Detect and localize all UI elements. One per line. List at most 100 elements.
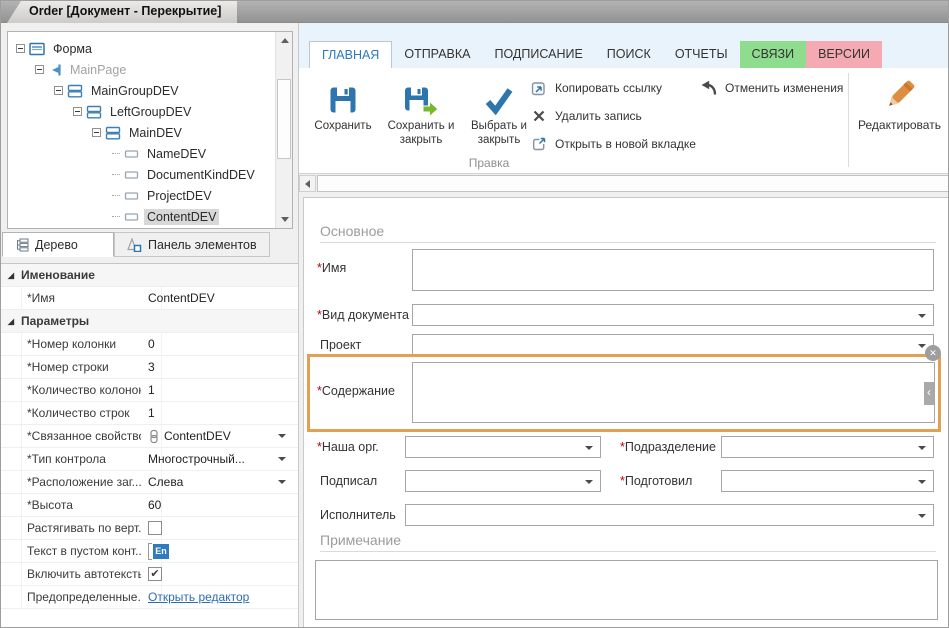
property-value[interactable]: 3 bbox=[141, 360, 298, 374]
tab-tree[interactable]: Дерево bbox=[2, 232, 114, 257]
property-section[interactable]: ◢ Параметры bbox=[1, 310, 298, 333]
property-row[interactable]: *Имя ContentDEV bbox=[1, 287, 298, 310]
property-dropdown[interactable]: Многострочный... bbox=[141, 452, 298, 466]
dropdown-arrow-icon[interactable] bbox=[278, 434, 286, 438]
tree-expander-icon[interactable] bbox=[73, 107, 82, 116]
tab-elements-panel[interactable]: Панель элементов bbox=[114, 232, 270, 257]
open-editor-link[interactable]: Открыть редактор bbox=[148, 590, 249, 604]
scroll-down-button[interactable] bbox=[276, 211, 293, 228]
property-row[interactable]: Текст в пустом конт... En bbox=[1, 540, 298, 563]
tree-item-namedev[interactable]: NameDEV bbox=[8, 143, 274, 164]
property-row[interactable]: *Расположение заг... Слева bbox=[1, 471, 298, 494]
section-expander-icon[interactable]: ◢ bbox=[1, 317, 21, 326]
dropdown-arrow-icon[interactable] bbox=[278, 457, 286, 461]
tree-expander-icon[interactable] bbox=[92, 128, 101, 137]
checkbox-checked[interactable]: ✔ bbox=[148, 567, 162, 581]
ribbon-tab-versions[interactable]: ВЕРСИИ bbox=[806, 41, 882, 68]
copy-link-button[interactable]: Копировать ссылку bbox=[531, 78, 662, 98]
notes-textarea[interactable] bbox=[315, 560, 938, 620]
scroll-left-button[interactable] bbox=[299, 175, 316, 192]
tree-expander-icon[interactable] bbox=[16, 44, 25, 53]
ribbon-tab-main[interactable]: ГЛАВНАЯ bbox=[309, 41, 392, 68]
scrollbar-thumb[interactable] bbox=[277, 79, 291, 159]
window-title-tab[interactable]: Order [Документ - Перекрытие] bbox=[7, 1, 237, 23]
signed-by-dropdown[interactable] bbox=[405, 470, 601, 492]
property-label: Включить автотексты bbox=[1, 567, 141, 581]
tree-item-documentkinddev[interactable]: DocumentKindDEV bbox=[8, 164, 274, 185]
edit-button[interactable]: Редактировать bbox=[853, 72, 946, 164]
our-org-dropdown[interactable] bbox=[405, 436, 601, 458]
property-value: Слева bbox=[148, 475, 183, 489]
ribbon-tab-links[interactable]: СВЯЗИ bbox=[740, 41, 807, 68]
property-value[interactable]: 0 bbox=[141, 337, 298, 351]
field-label-our-org: *Наша орг. bbox=[317, 440, 379, 454]
tree-item-forma[interactable]: Форма bbox=[8, 38, 274, 59]
property-row[interactable]: *Количество строк 1 bbox=[1, 402, 298, 425]
tree-item-maindev[interactable]: MainDEV bbox=[8, 122, 274, 143]
tree-item-label: MainPage bbox=[67, 62, 129, 78]
document-kind-dropdown[interactable] bbox=[412, 304, 934, 326]
project-dropdown[interactable] bbox=[412, 334, 934, 356]
executor-dropdown[interactable] bbox=[405, 504, 934, 526]
tree-item-projectdev[interactable]: ProjectDEV bbox=[8, 185, 274, 206]
tree-connector bbox=[112, 174, 120, 175]
property-value: Многострочный... bbox=[148, 452, 245, 466]
property-row[interactable]: *Тип контрола Многострочный... bbox=[1, 448, 298, 471]
property-label: *Количество колонок bbox=[1, 383, 141, 397]
close-selection-badge[interactable]: ✕ bbox=[925, 345, 941, 361]
tree-expander-icon[interactable] bbox=[54, 86, 63, 95]
tree-item-contentdev[interactable]: ContentDEV bbox=[8, 206, 274, 227]
scroll-up-button[interactable] bbox=[276, 32, 293, 49]
section-expander-icon[interactable]: ◢ bbox=[1, 271, 21, 280]
ribbon-tab-label: ВЕРСИИ bbox=[818, 47, 870, 61]
dropdown-arrow-icon[interactable] bbox=[278, 480, 286, 484]
property-dropdown[interactable]: ContentDEV bbox=[141, 429, 298, 444]
department-dropdown[interactable] bbox=[721, 436, 934, 458]
save-button[interactable]: Сохранить bbox=[305, 73, 381, 161]
pencil-icon bbox=[853, 72, 946, 118]
ribbon-tab-send[interactable]: ОТПРАВКА bbox=[392, 41, 482, 68]
field-label-name: *Имя bbox=[317, 261, 346, 275]
collapse-handle[interactable]: ‹ bbox=[924, 382, 934, 405]
property-value[interactable]: 1 bbox=[141, 406, 298, 420]
content-textarea[interactable] bbox=[412, 362, 935, 423]
language-en-badge[interactable]: En bbox=[153, 544, 169, 559]
tree-expander-icon[interactable] bbox=[35, 65, 44, 74]
property-row[interactable]: Включить автотексты ✔ bbox=[1, 563, 298, 586]
tree-item-leftgroupdev[interactable]: LeftGroupDEV bbox=[8, 101, 274, 122]
property-row[interactable]: Растягивать по верт... bbox=[1, 517, 298, 540]
delete-record-button[interactable]: Удалить запись bbox=[531, 106, 642, 126]
property-dropdown[interactable]: Слева bbox=[141, 475, 298, 489]
ribbon-tab-signing[interactable]: ПОДПИСАНИЕ bbox=[482, 41, 594, 68]
ribbon-tab-search[interactable]: ПОИСК bbox=[595, 41, 663, 68]
button-label: Открыть в новой вкладке bbox=[555, 137, 696, 151]
undo-changes-button[interactable]: Отменить изменения bbox=[701, 78, 843, 98]
open-new-tab-button[interactable]: Открыть в новой вкладке bbox=[531, 134, 696, 154]
select-and-close-button[interactable]: Выбрать и закрыть bbox=[461, 73, 537, 161]
property-row[interactable]: *Количество колонок 1 bbox=[1, 379, 298, 402]
checkbox-unchecked[interactable] bbox=[148, 521, 162, 535]
property-row[interactable]: *Номер строки 3 bbox=[1, 356, 298, 379]
property-value[interactable]: ContentDEV bbox=[141, 291, 298, 305]
property-section[interactable]: ◢ Именование bbox=[1, 264, 298, 287]
save-and-close-button[interactable]: Сохранить и закрыть bbox=[383, 73, 459, 161]
prepared-by-dropdown[interactable] bbox=[721, 470, 934, 492]
field-label-project: Проект bbox=[320, 338, 361, 352]
property-value[interactable]: 60 bbox=[141, 498, 298, 512]
property-row[interactable]: *Номер колонки 0 bbox=[1, 333, 298, 356]
tree-item-maingroupdev[interactable]: MainGroupDEV bbox=[8, 80, 274, 101]
group-icon bbox=[105, 126, 121, 140]
property-row[interactable]: *Связанное свойство ContentDEV bbox=[1, 425, 298, 448]
scrollbar-thumb[interactable] bbox=[317, 175, 949, 192]
tree-scrollbar[interactable] bbox=[275, 32, 292, 228]
horizontal-scrollbar[interactable] bbox=[299, 175, 949, 192]
save-close-icon bbox=[383, 73, 459, 115]
section-title-notes: Примечание bbox=[320, 532, 401, 548]
left-panel-tabs: Дерево Панель элементов bbox=[2, 232, 270, 257]
property-row[interactable]: Предопределенные... Открыть редактор bbox=[1, 586, 298, 609]
ribbon-tab-reports[interactable]: ОТЧЕТЫ bbox=[663, 41, 740, 68]
property-row[interactable]: *Высота 60 bbox=[1, 494, 298, 517]
tree-item-mainpage[interactable]: MainPage bbox=[8, 59, 274, 80]
property-value[interactable]: 1 bbox=[141, 383, 298, 397]
name-input[interactable] bbox=[412, 249, 934, 291]
